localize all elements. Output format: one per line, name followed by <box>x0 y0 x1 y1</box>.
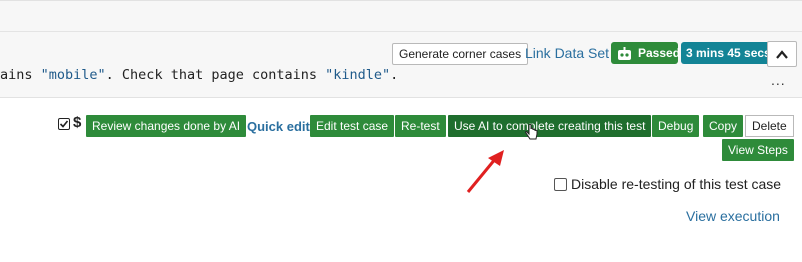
copy-button[interactable]: Copy <box>703 115 744 137</box>
more-options[interactable]: ... <box>771 72 786 88</box>
review-changes-button[interactable]: Review changes done by AI <box>86 115 247 137</box>
use-ai-button[interactable]: Use AI to complete creating this test <box>448 115 652 137</box>
step-string: "mobile" <box>40 67 106 83</box>
view-steps-button[interactable]: View Steps <box>722 139 794 161</box>
retest-button[interactable]: Re-test <box>395 115 446 137</box>
divider <box>0 31 802 32</box>
link-data-set-link[interactable]: Link Data Set <box>525 45 609 61</box>
chevron-up-icon <box>775 48 789 66</box>
delete-button[interactable]: Delete <box>745 115 794 137</box>
step-text: ains <box>0 67 41 83</box>
quick-edit-link[interactable]: Quick edit <box>247 119 310 134</box>
hand-cursor-icon <box>525 123 539 147</box>
step-string: "kindle" <box>325 67 391 83</box>
robot-icon <box>617 46 632 68</box>
generate-corner-cases-button[interactable]: Generate corner cases <box>392 43 529 65</box>
edit-test-case-button[interactable]: Edit test case <box>310 115 395 137</box>
step-text: . Check that page contains <box>105 67 326 83</box>
checkbox-icon[interactable] <box>58 118 70 130</box>
status-badge: Passed <box>611 42 681 64</box>
disable-retesting-checkbox[interactable] <box>554 178 567 191</box>
step-text: . <box>390 67 399 83</box>
step-description: ains "mobile". Check that page contains … <box>0 67 398 83</box>
disable-retesting-label: Disable re-testing of this test case <box>571 176 782 192</box>
status-label: Passed <box>638 46 681 60</box>
red-arrow-icon <box>460 148 510 201</box>
collapse-button[interactable] <box>767 41 797 67</box>
view-execution-link[interactable]: View execution <box>686 208 780 224</box>
dollar-icon[interactable]: $ <box>73 114 81 131</box>
duration-badge: 3 mins 45 secs <box>681 42 776 64</box>
debug-button[interactable]: Debug <box>652 115 700 137</box>
